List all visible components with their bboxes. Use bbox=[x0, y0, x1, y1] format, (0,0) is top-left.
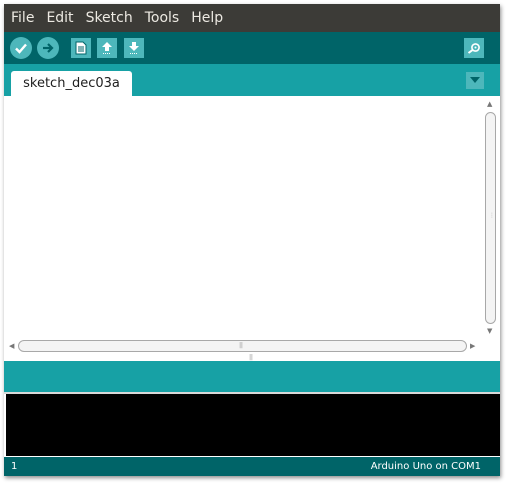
status-bar: 1 Arduino Uno on COM1 bbox=[4, 457, 500, 476]
grip-icon: ||| bbox=[239, 342, 243, 349]
upload-button[interactable] bbox=[37, 37, 59, 59]
message-bar bbox=[4, 361, 500, 392]
magnifier-icon bbox=[467, 43, 480, 54]
menu-sketch[interactable]: Sketch bbox=[80, 4, 139, 32]
arrow-down-icon bbox=[129, 42, 139, 54]
menu-edit[interactable]: Edit bbox=[40, 4, 79, 32]
board-port-status: Arduino Uno on COM1 bbox=[370, 461, 481, 472]
horizontal-scroll-thumb[interactable]: ||| bbox=[18, 340, 467, 352]
serial-monitor-button[interactable] bbox=[464, 38, 484, 58]
arrow-up-icon bbox=[102, 42, 112, 54]
arduino-ide-window: File Edit Sketch Tools Help sketch_dec03… bbox=[4, 4, 500, 476]
scroll-right-arrow-icon[interactable]: ▶ bbox=[470, 342, 475, 350]
menu-help[interactable]: Help bbox=[185, 4, 229, 32]
check-icon bbox=[15, 43, 27, 54]
toolbar bbox=[4, 32, 500, 64]
arrow-right-icon bbox=[43, 43, 54, 53]
tab-bar: sketch_dec03a bbox=[4, 64, 500, 96]
triangle-down-icon bbox=[470, 77, 480, 83]
scroll-up-arrow-icon[interactable]: ▲ bbox=[487, 100, 492, 108]
tab-label: sketch_dec03a bbox=[23, 76, 120, 91]
tab-sketch[interactable]: sketch_dec03a bbox=[11, 71, 132, 96]
scroll-down-arrow-icon[interactable]: ▼ bbox=[487, 327, 492, 335]
tab-menu-button[interactable] bbox=[466, 72, 484, 89]
menu-bar: File Edit Sketch Tools Help bbox=[4, 4, 500, 32]
panel-splitter[interactable]: ||| bbox=[4, 354, 500, 361]
document-icon bbox=[75, 41, 87, 55]
save-button[interactable] bbox=[124, 38, 144, 58]
grip-icon: ⋮ bbox=[489, 212, 495, 219]
line-number: 1 bbox=[11, 461, 18, 472]
horizontal-scrollbar[interactable]: ◀ ||| ▶ bbox=[4, 338, 500, 354]
menu-tools[interactable]: Tools bbox=[139, 4, 186, 32]
open-button[interactable] bbox=[97, 38, 117, 58]
verify-button[interactable] bbox=[10, 37, 32, 59]
vertical-scroll-thumb[interactable]: ⋮ bbox=[485, 112, 496, 324]
vertical-scrollbar[interactable]: ▲ ⋮ ▼ bbox=[483, 96, 500, 338]
scroll-left-arrow-icon[interactable]: ◀ bbox=[9, 342, 14, 350]
menu-file[interactable]: File bbox=[4, 4, 40, 32]
new-button[interactable] bbox=[71, 38, 91, 58]
code-editor[interactable] bbox=[4, 96, 500, 338]
console-output[interactable] bbox=[6, 394, 500, 456]
